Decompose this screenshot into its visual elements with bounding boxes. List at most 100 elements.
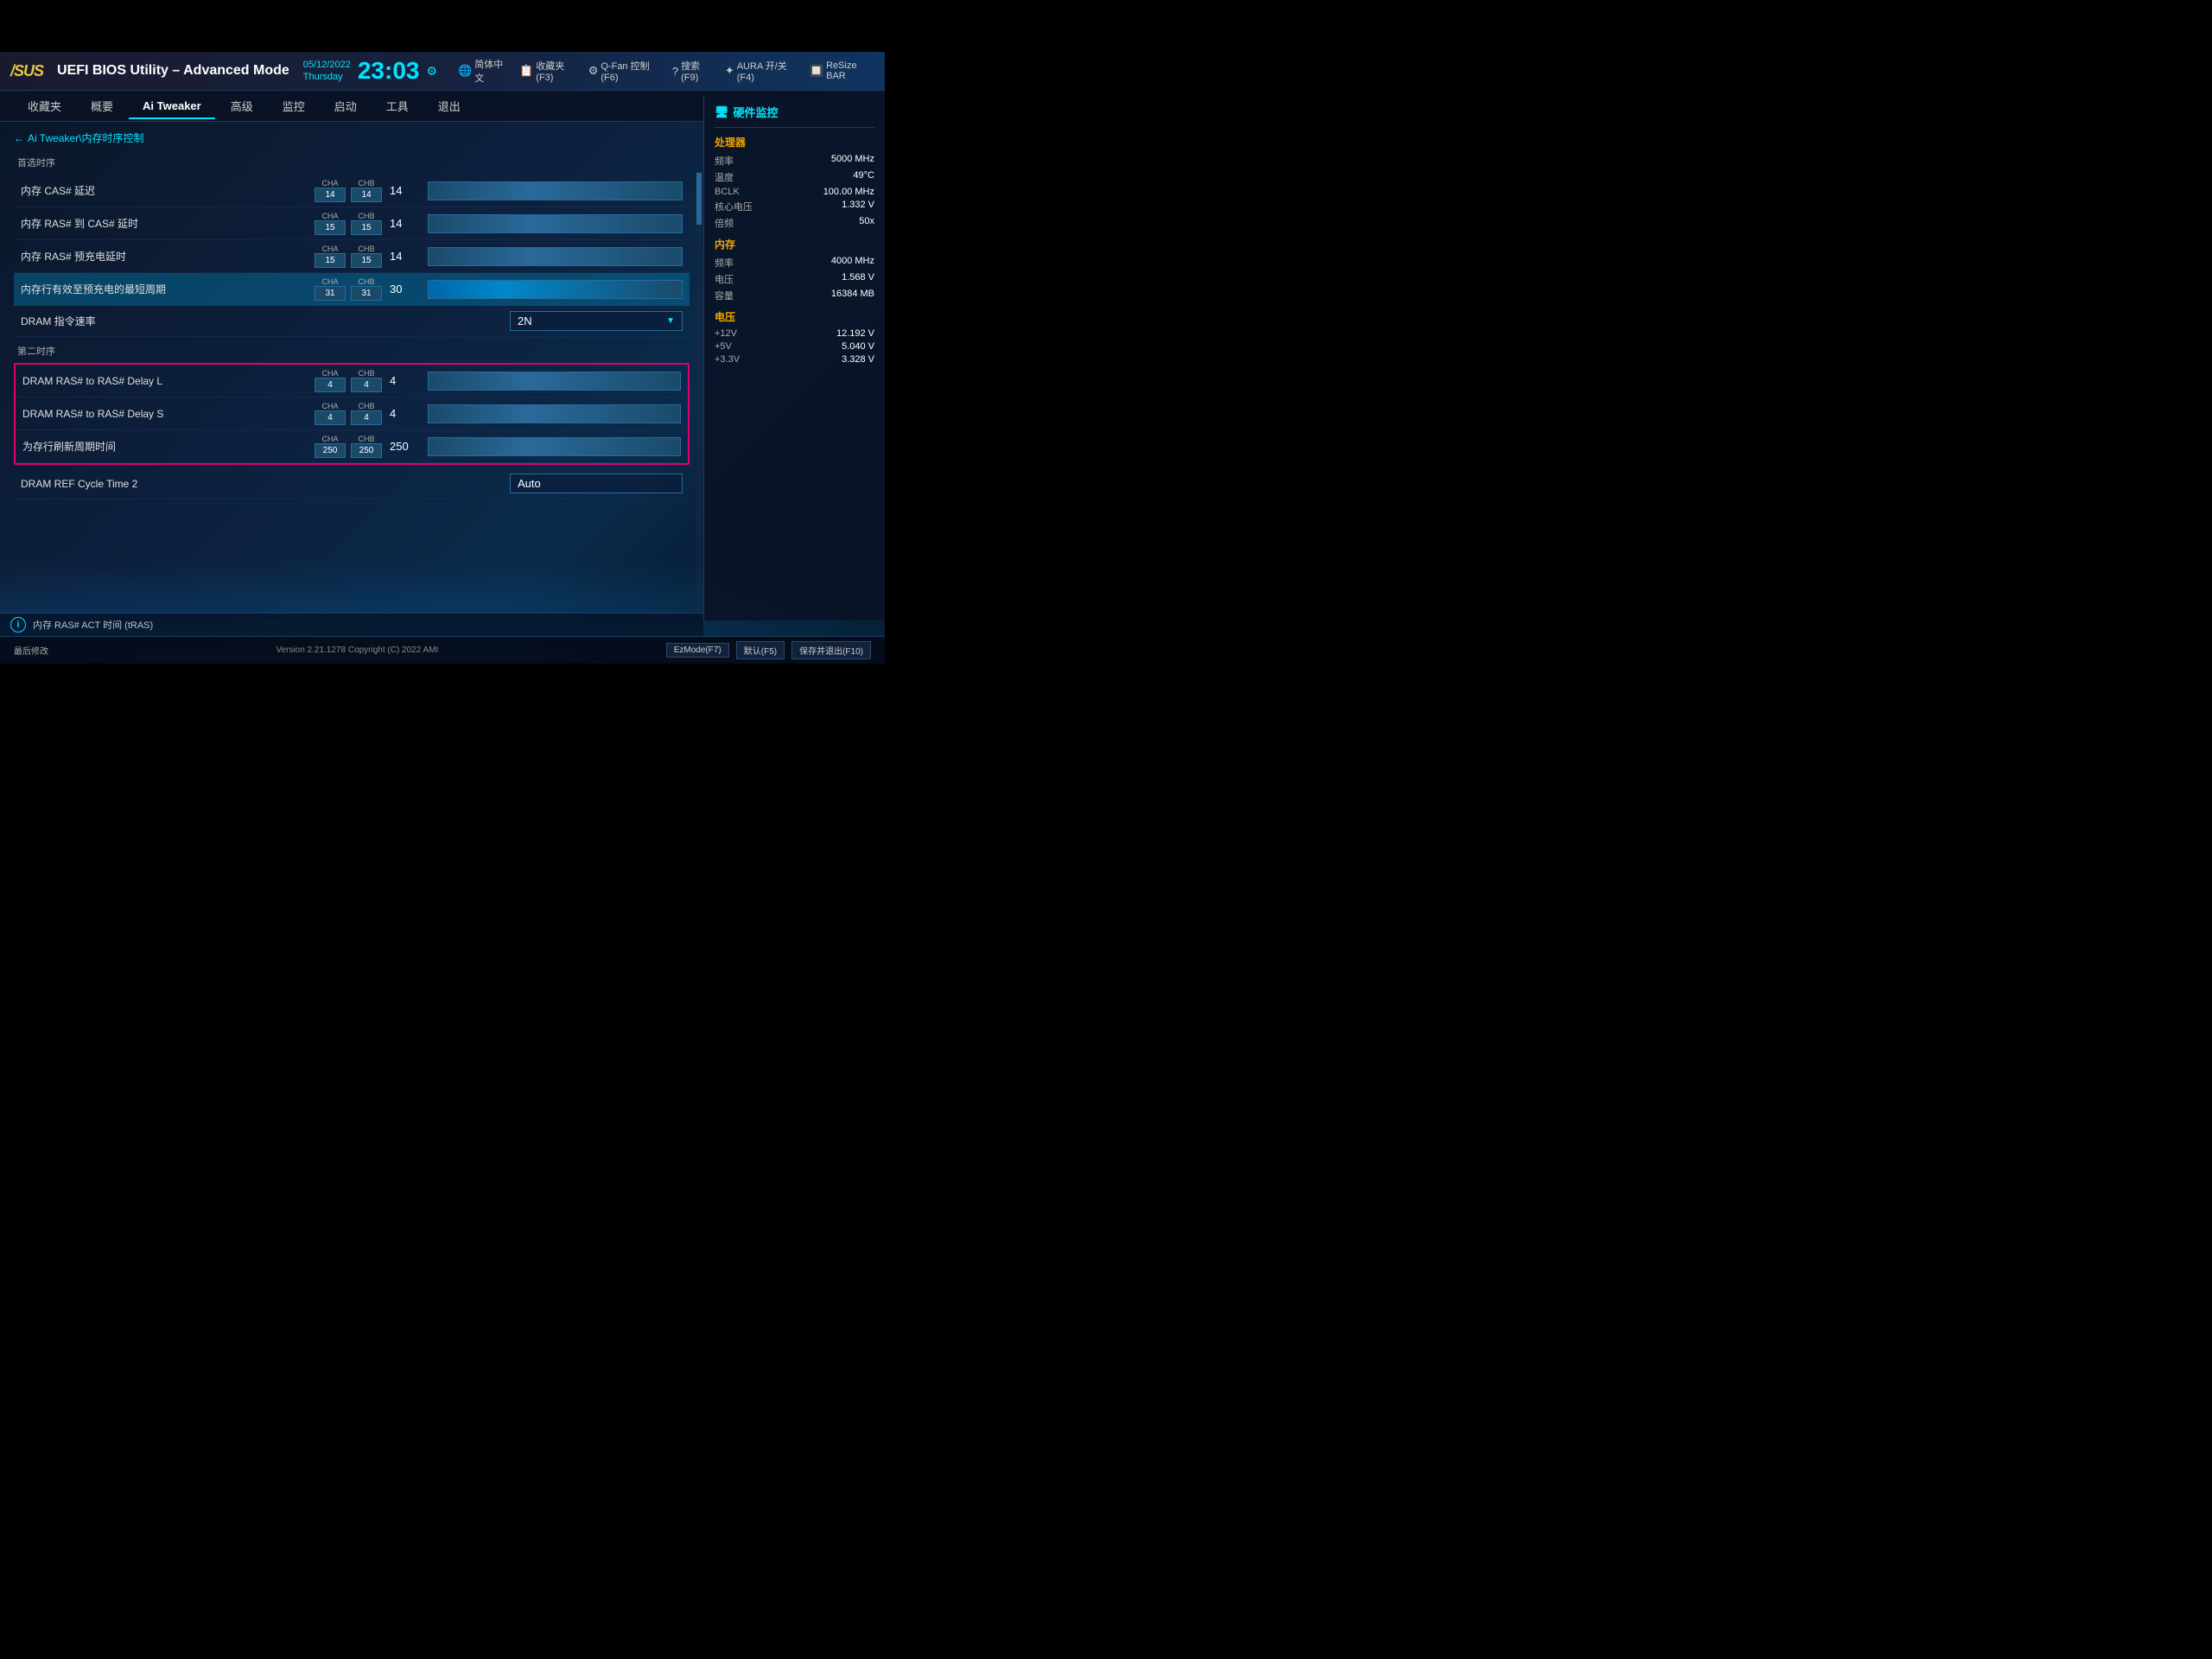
refresh-cha-value: 250 [315,443,346,458]
v5-row: +5V 5.040 V [715,341,874,352]
cas-cha-value: 14 [315,188,346,202]
rras-s-chb-block: CHB 4 [350,402,383,425]
v12-label: +12V [715,328,737,339]
v12-value: 12.192 V [836,328,874,339]
mem-section-title: 内存 [715,237,874,251]
refresh-chb-value: 250 [351,443,382,458]
dram-rate-value: 2N [518,315,532,327]
tras-cha-value: 31 [315,286,346,301]
bclk-value: 100.00 MHz [823,187,874,197]
mem-freq-label: 频率 [715,256,734,270]
rras-delay-l-row[interactable]: DRAM RAS# to RAS# Delay L CHA 4 CHB 4 4 [16,365,688,397]
aura-icon: ✦ [725,64,734,78]
chb-label-s2: CHB [358,435,374,443]
search-tool[interactable]: ? 搜索(F9) [672,59,715,83]
dram-rate-row[interactable]: DRAM 指令速率 2N ▼ [14,306,690,337]
nav-ai-tweaker[interactable]: Ai Tweaker [129,92,215,119]
language-icon: 🌐 [458,64,472,78]
language-tool[interactable]: 🌐 简体中文 [458,57,509,85]
nav-favorites[interactable]: 收藏夹 [14,91,75,121]
save-exit-button[interactable]: 保存并退出(F10) [791,641,871,659]
ras-cas-chb-value: 15 [351,220,382,235]
multiplier-value: 50x [859,216,874,230]
cpu-temp-row: 温度 49°C [715,170,874,184]
scrollbar[interactable] [696,173,702,633]
qfan-icon: ⚙ [588,64,599,78]
mem-cap-label: 容量 [715,289,734,302]
nav-overview[interactable]: 概要 [77,91,127,121]
rras-l-cha-block: CHA 4 [314,369,346,392]
rras-s-channel-group: CHA 4 CHB 4 [314,402,383,425]
core-volt-row: 核心电压 1.332 V [715,200,874,213]
refresh-cha-block: CHA 250 [314,435,346,458]
rras-l-chb-block: CHB 4 [350,369,383,392]
settings-gear-icon[interactable]: ⚙ [426,64,437,79]
ras-pre-chb-block: CHB 15 [350,245,383,268]
ras-pre-chb-value: 15 [351,253,382,268]
footer-left: 最后修改 [14,644,48,657]
ras-cas-bar [428,214,683,233]
nav-tools[interactable]: 工具 [372,91,423,121]
asus-logo: /SUS [10,62,43,80]
dropdown-arrow-icon: ▼ [666,316,675,326]
mem-volt-value: 1.568 V [842,272,874,286]
ras-pre-cha-value: 15 [315,253,346,268]
tras-cha-block: CHA 31 [314,277,346,301]
main-content: ← Ai Tweaker\内存时序控制 首选时序 内存 CAS# 延迟 CHA … [0,122,885,613]
nav-advanced[interactable]: 高级 [217,91,267,121]
cha-label-s2: CHA [321,435,338,443]
ras-to-cas-label: 内存 RAS# 到 CAS# 延时 [21,216,314,231]
bios-container: /SUS UEFI BIOS Utility – Advanced Mode 0… [0,52,885,664]
primary-section-header: 首选时序 [14,154,690,171]
cas-latency-row[interactable]: 内存 CAS# 延迟 CHA 14 CHB 14 14 [14,175,690,207]
nav-monitor[interactable]: 监控 [269,91,319,121]
v12-row: +12V 12.192 V [715,328,874,339]
rras-l-value-container: 4 [390,372,681,391]
ezmode-button[interactable]: EzMode(F7) [666,643,729,658]
cha-label-s1: CHA [321,402,338,410]
mem-volt-label: 电压 [715,272,734,286]
ras-to-cas-row[interactable]: 内存 RAS# 到 CAS# 延时 CHA 15 CHB 15 14 [14,207,690,240]
cas-channel-group: CHA 14 CHB 14 [314,179,383,202]
resizebar-tool[interactable]: 🔲 ReSize BAR [810,60,874,81]
refresh-cycle-label: 为存行刷新周期时间 [22,439,314,454]
refresh-chb-block: CHB 250 [350,435,383,458]
favorites-tool[interactable]: 📋 收藏夹(F3) [519,59,578,83]
rras-l-value: 4 [390,374,424,387]
ras-precharge-row[interactable]: 内存 RAS# 预充电延时 CHA 15 CHB 15 14 [14,240,690,273]
ras-cas-cha-block: CHA 15 [314,212,346,235]
refresh-value-container: 250 [390,437,681,456]
qfan-tool[interactable]: ⚙ Q-Fan 控制(F6) [588,59,662,83]
aura-tool[interactable]: ✦ AURA 开/关(F4) [725,59,799,83]
tras-label: 内存行有效至预充电的最短周期 [21,282,314,296]
multiplier-label: 倍频 [715,216,734,230]
chb-label-s1: CHB [358,402,374,410]
rras-delay-s-row[interactable]: DRAM RAS# to RAS# Delay S CHA 4 CHB 4 4 [16,397,688,430]
info-icon: i [10,617,26,632]
volt-section-title: 电压 [715,309,874,324]
nav-exit[interactable]: 退出 [424,91,474,121]
ras-precharge-label: 内存 RAS# 预充电延时 [21,249,314,264]
tras-chb-block: CHB 31 [350,277,383,301]
scrollbar-thumb[interactable] [696,173,702,225]
last-modified-label: 最后修改 [14,644,48,657]
v5-value: 5.040 V [842,341,874,352]
dram-ref-row[interactable]: DRAM REF Cycle Time 2 Auto [14,468,690,499]
time-display: 23:03 [358,57,420,85]
cas-value: 14 [390,184,424,197]
breadcrumb-arrow: ← [14,132,24,144]
cha-label-1: CHA [321,212,338,220]
tras-row[interactable]: 内存行有效至预充电的最短周期 CHA 31 CHB 31 30 [14,273,690,306]
ras-pre-channel-group: CHA 15 CHB 15 [314,245,383,268]
favorites-icon: 📋 [519,64,533,78]
default-button[interactable]: 默认(F5) [736,641,785,659]
monitor-icon: 🖥 [715,105,729,119]
dram-ref-dropdown[interactable]: Auto [510,474,683,493]
nav-boot[interactable]: 启动 [321,91,371,121]
rras-s-value: 4 [390,407,424,420]
refresh-cycle-row[interactable]: 为存行刷新周期时间 CHA 250 CHB 250 250 [16,430,688,463]
ras-cas-chb-block: CHB 15 [350,212,383,235]
dram-ref-value: Auto [518,477,541,490]
v33-row: +3.3V 3.328 V [715,354,874,365]
dram-rate-dropdown[interactable]: 2N ▼ [510,311,683,331]
